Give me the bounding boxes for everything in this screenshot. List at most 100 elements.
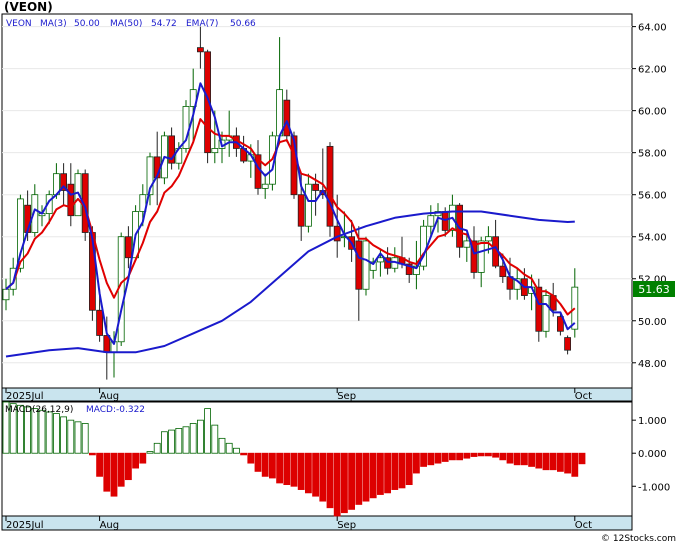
macd-bar-negative [412,452,420,474]
macd-bar-negative [254,452,262,472]
legend-ticker: VEON [6,19,32,29]
macd-bar-negative [528,452,535,467]
legend-ma50-label: MA(50) [110,19,142,29]
macd-bar-positive [168,429,176,454]
macd-bar-negative [110,452,118,497]
macd-bar-positive [38,409,46,454]
macd-bar-negative [542,452,550,471]
macd-bar-negative [448,452,456,461]
macd-bar-negative [261,452,269,477]
macd-bar-positive [146,451,154,454]
macd-bar-negative [247,452,255,464]
candle-down [499,265,507,278]
candle-up [362,240,370,290]
macd-bar-negative [420,452,428,467]
macd-bar-positive [153,442,161,454]
price-date-label: Aug [100,391,120,402]
macd-tick-label: 1.000 [638,416,667,427]
candle-up [211,148,219,154]
macd-bar-positive [225,442,233,454]
macd-bar-negative [117,452,125,487]
candle-up [376,257,384,263]
macd-bar-negative [557,452,564,472]
macd-bar-negative [506,452,514,464]
macd-bar-positive [60,416,67,454]
candle-down [283,99,291,137]
macd-bar-positive [45,411,53,454]
macd-date-label: Sep [337,520,356,531]
macd-date-band [1,515,633,531]
macd-bar-positive [31,408,39,454]
macd-bar-positive [218,437,226,454]
macd-bar-negative [398,452,406,489]
candle-down [96,309,103,336]
macd-bar-negative [477,452,485,457]
macd-bar-negative [268,452,276,479]
macd-bar-positive [175,428,183,454]
macd-bar-negative [125,452,132,481]
legend-ema7-value: 50.66 [230,19,256,29]
macd-bar-negative [391,452,399,490]
macd-bar-negative [484,452,492,457]
macd-bar-positive [232,447,240,454]
macd-bar-negative [355,452,363,505]
macd-bar-positive [196,419,204,454]
price-tick-label: 48.00 [638,359,667,370]
macd-date-label: 2025Jul [6,520,44,531]
price-tick-label: 56.00 [638,191,667,202]
macd-bar-negative [549,452,557,471]
macd-bar-negative [297,452,305,490]
macd-bar-positive [53,413,60,454]
macd-bar-negative [333,452,341,517]
macd-bar-negative [492,452,500,458]
page-title: (VEON) [4,0,53,14]
price-tick-label: 62.00 [638,65,667,76]
macd-bar-negative [384,452,392,494]
price-date-label: 2025Jul [6,391,44,402]
candle-up [16,198,24,269]
price-tick-label: 64.00 [638,23,667,34]
macd-bar-negative [571,452,579,477]
macd-bar-negative [470,452,478,457]
macd-bar-negative [312,452,320,497]
candle-down [312,183,320,191]
candle-up [477,240,485,273]
stock-chart: 48.0050.0052.0054.0056.0058.0060.0062.00… [1,0,676,544]
macd-legend-value: MACD:-0.322 [86,405,145,415]
candle-down [326,145,334,227]
legend-ma3-label: MA(3) [40,19,67,29]
legend-ma3-value: 50.00 [74,19,100,29]
macd-bar-negative [283,452,291,486]
watermark: © 12Stocks.com [601,534,676,544]
macd-bar-negative [535,452,543,469]
macd-bar-negative [427,452,435,466]
candle-up [542,295,550,332]
macd-bar-negative [521,452,528,466]
legend-ma50-value: 54.72 [151,19,177,29]
candle-down [355,240,363,290]
macd-bar-positive [160,431,168,454]
macd-bar-positive [189,423,197,454]
candle-up [2,288,10,301]
macd-bar-positive [81,423,89,454]
candle-down [535,286,543,332]
macd-bar-negative [290,452,298,487]
macd-bar-negative [89,452,96,456]
macd-bar-negative [369,452,377,499]
macd-bar-negative [376,452,384,495]
candle-up [304,183,312,227]
candle-up [571,286,579,330]
candle-up [484,236,492,242]
macd-bar-negative [578,452,586,465]
macd-bar-positive [182,426,190,454]
macd-date-label: Oct [575,520,592,531]
candle-down [196,47,204,53]
legend-ema7-label: EMA(7) [186,19,218,29]
macd-legend-label: MACD(26,12,9) [5,405,73,415]
macd-bar-negative [348,452,356,510]
macd-bar-negative [132,452,140,469]
macd-bar-negative [463,452,471,459]
macd-bar-negative [240,452,248,456]
macd-tick-label: -1.000 [638,482,670,493]
macd-date-label: Aug [100,520,120,531]
